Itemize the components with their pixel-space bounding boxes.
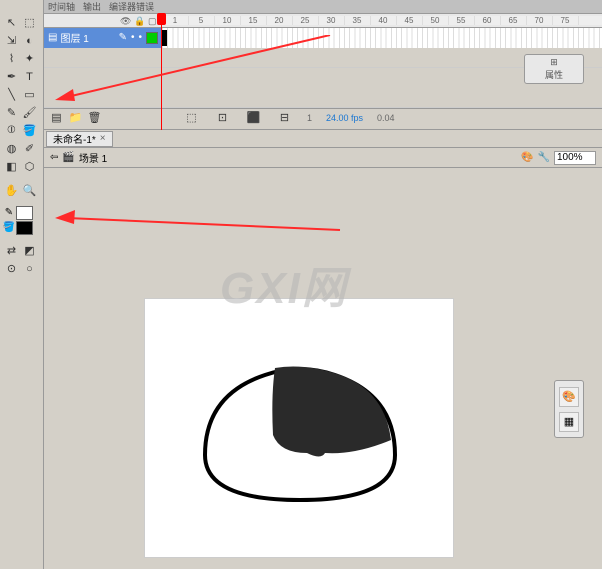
bone-icon[interactable]: ⦶ xyxy=(3,122,20,139)
keyframe-1[interactable] xyxy=(162,30,167,46)
document-tab-bar: 未命名-1* × xyxy=(44,130,602,148)
subselection-icon[interactable]: ⬚ xyxy=(21,14,38,31)
rectangle-icon[interactable]: ▭ xyxy=(21,86,38,103)
ruler-mark: 15 xyxy=(240,16,266,25)
ruler-mark: 20 xyxy=(266,16,292,25)
layer-row-1[interactable]: ▤ 图层 1 ✎ • • xyxy=(44,28,162,48)
option-icon[interactable]: ○ xyxy=(21,260,38,277)
elapsed-time: 0.04 xyxy=(377,113,395,123)
properties-panel[interactable]: ⊞ 属性 xyxy=(524,54,584,84)
ruler-mark: 55 xyxy=(448,16,474,25)
close-icon[interactable]: × xyxy=(100,133,106,144)
stage[interactable] xyxy=(144,298,454,558)
ruler-mark: 30 xyxy=(318,16,344,25)
layer-color-icon xyxy=(146,32,158,44)
current-frame: 1 xyxy=(307,113,312,123)
stroke-color-swatch[interactable] xyxy=(16,206,33,220)
pencil-icon[interactable]: ✎ xyxy=(3,104,20,121)
visibility-icon[interactable]: 👁 xyxy=(120,16,130,26)
line-icon[interactable]: ╲ xyxy=(3,86,20,103)
eraser-icon[interactable]: ◧ xyxy=(3,158,20,175)
bone-bind-icon[interactable]: ⬡ xyxy=(21,158,38,175)
floating-tools-panel[interactable]: 🎨 ▦ xyxy=(554,380,584,438)
ruler-mark: 50 xyxy=(422,16,448,25)
scene-icon: 🎬 xyxy=(62,152,74,163)
swap-colors-icon[interactable]: ⇄ xyxy=(3,242,20,259)
document-tab[interactable]: 未命名-1* × xyxy=(46,131,113,147)
fill-color-swatch[interactable] xyxy=(16,221,33,235)
ruler-mark: 60 xyxy=(474,16,500,25)
center-frame-icon[interactable]: ⊡ xyxy=(214,109,231,126)
stroke-color-icon: ✎ xyxy=(3,206,15,218)
zoom-input[interactable] xyxy=(554,151,596,165)
onion-outline-icon[interactable]: ⬛ xyxy=(245,109,262,126)
zoom-icon[interactable]: 🔍 xyxy=(21,182,38,199)
doc-title: 未命名-1* xyxy=(53,131,96,146)
fps-label: 24.00 fps xyxy=(326,113,363,123)
selection-icon[interactable]: ↖ xyxy=(3,14,20,31)
rice-ball-drawing[interactable] xyxy=(185,335,415,515)
free-transform-icon[interactable]: ⇲ xyxy=(3,32,20,49)
tab-timeline[interactable]: 时间轴 xyxy=(48,0,75,13)
layer-dot-icon: • xyxy=(131,32,135,44)
timeline-panel: 时间轴 输出 编译器错误 👁 🔒 ▢ 151015202530354045505… xyxy=(44,0,602,130)
fill-color-icon: 🪣 xyxy=(3,221,15,233)
scene-label[interactable]: 场景 1 xyxy=(79,150,107,165)
layer-pencil-icon: ✎ xyxy=(119,32,127,44)
layer-name: 图层 1 xyxy=(60,30,88,45)
canvas-area[interactable]: 🎨 ▦ xyxy=(44,168,602,569)
brush-icon[interactable]: 🖌 xyxy=(21,104,38,121)
ink-bottle-icon[interactable]: ◍ xyxy=(3,140,20,157)
ruler-mark: 25 xyxy=(292,16,318,25)
props-icon: ⊞ xyxy=(550,57,558,68)
onion-skin-icon[interactable]: ⬚ xyxy=(183,109,200,126)
ruler-mark: 35 xyxy=(344,16,370,25)
ruler-mark: 10 xyxy=(214,16,240,25)
scene-bar: ⇦ 🎬 场景 1 🎨 🔧 xyxy=(44,148,602,168)
timeline-status-bar: ▤ 📁 🗑 ⬚ ⊡ ⬛ ⊟ 1 24.00 fps 0.04 xyxy=(44,108,602,126)
ruler-mark: 70 xyxy=(526,16,552,25)
frame-ruler[interactable]: 151015202530354045505560657075 xyxy=(162,16,602,25)
layer-frames[interactable] xyxy=(162,28,602,48)
edit-scene-icon[interactable]: 🎨 xyxy=(521,152,533,163)
pen-icon[interactable]: ✒ xyxy=(3,68,20,85)
hand-icon[interactable]: ✋ xyxy=(3,182,20,199)
edit-multi-icon[interactable]: ⊟ xyxy=(276,109,293,126)
edit-symbols-icon[interactable]: 🔧 xyxy=(538,152,550,163)
tab-output[interactable]: 输出 xyxy=(83,0,101,13)
3d-rotation-icon[interactable]: ◐ xyxy=(21,32,38,49)
lasso-icon[interactable]: ⌇ xyxy=(3,50,20,67)
text-icon[interactable]: T xyxy=(21,68,38,85)
eyedropper-icon[interactable]: ✐ xyxy=(21,140,38,157)
layer-icon: ▤ xyxy=(48,32,57,43)
ruler-mark: 40 xyxy=(370,16,396,25)
timeline-tabs: 时间轴 输出 编译器错误 xyxy=(44,0,602,14)
snap-icon[interactable]: ⊙ xyxy=(3,260,20,277)
ruler-mark: 45 xyxy=(396,16,422,25)
props-label: 属性 xyxy=(545,68,563,81)
default-colors-icon[interactable]: ◩ xyxy=(21,242,38,259)
ruler-mark: 65 xyxy=(500,16,526,25)
back-icon[interactable]: ⇦ xyxy=(50,152,58,163)
new-layer-icon[interactable]: ▤ xyxy=(48,109,65,126)
delete-layer-icon[interactable]: 🗑 xyxy=(86,109,103,126)
lock-icon[interactable]: 🔒 xyxy=(134,16,144,26)
paint-bucket-icon[interactable]: 🪣 xyxy=(21,122,38,139)
layer-dot2-icon: • xyxy=(138,32,142,44)
swatches-panel-icon[interactable]: 🎨 xyxy=(559,387,579,407)
new-folder-icon[interactable]: 📁 xyxy=(67,109,84,126)
ruler-mark: 5 xyxy=(188,16,214,25)
ruler-mark: 75 xyxy=(552,16,578,25)
tab-errors[interactable]: 编译器错误 xyxy=(109,0,154,13)
tools-panel: ↖⬚⇲◐⌇✦✒T╲▭✎🖌⦶🪣◍✐◧⬡ ✋🔍 ✎ 🪣 ⇄ ◩ ⊙ ○ xyxy=(0,0,44,569)
playhead[interactable] xyxy=(161,14,162,130)
magic-wand-icon[interactable]: ✦ xyxy=(21,50,38,67)
align-panel-icon[interactable]: ▦ xyxy=(559,412,579,432)
